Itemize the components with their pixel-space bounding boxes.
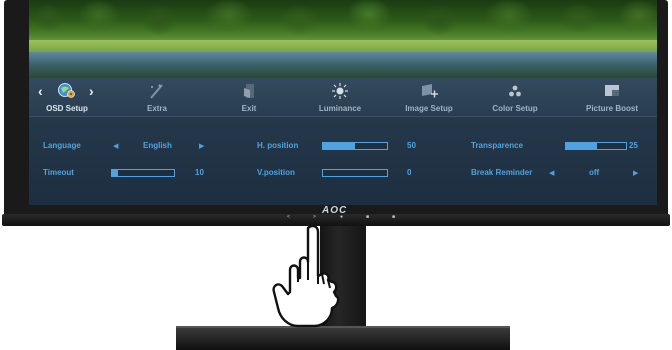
tab-label: Picture Boost: [585, 104, 638, 113]
exit-icon: [244, 84, 254, 98]
h-position-slider-fill: [323, 143, 355, 149]
transparence-label: Transparence: [471, 141, 524, 150]
timeout-slider[interactable]: [111, 169, 175, 177]
timeout-slider-fill: [112, 170, 119, 176]
break-reminder-label: Break Reminder: [471, 168, 533, 177]
tab-label: Exit: [241, 104, 257, 113]
transparence-value: 25: [629, 141, 638, 150]
osd-setup-icon: [58, 83, 75, 98]
tab-osd-setup[interactable]: OSD Setup: [39, 78, 95, 116]
tab-label: Image Setup: [405, 104, 453, 113]
v-position-slider[interactable]: [322, 169, 388, 177]
language-left-arrow[interactable]: ◀: [113, 142, 118, 150]
monitor-stand-base: [176, 326, 510, 350]
h-position-slider[interactable]: [322, 142, 388, 150]
bezel-button-left[interactable]: <: [287, 214, 290, 220]
tab-image-setup[interactable]: Image Setup: [399, 78, 459, 116]
h-position-label: H. position: [257, 141, 299, 150]
wallpaper-trees: [29, 0, 657, 44]
language-value[interactable]: English: [143, 141, 172, 150]
picture-boost-icon: [605, 85, 619, 96]
v-position-label: V.position: [257, 168, 295, 177]
color-setup-icon: [509, 85, 521, 97]
tab-color-setup[interactable]: Color Setup: [487, 78, 543, 116]
tab-label: Extra: [146, 104, 167, 113]
tab-extra[interactable]: Extra: [137, 78, 177, 116]
wallpaper-water: [29, 52, 657, 78]
tab-exit[interactable]: Exit: [229, 78, 269, 116]
wallpaper-landscape: [29, 0, 657, 78]
language-label: Language: [43, 141, 81, 150]
break-reminder-left-arrow[interactable]: ◀: [549, 169, 554, 177]
bezel-button-menu[interactable]: ●: [340, 214, 343, 220]
break-reminder-value[interactable]: off: [589, 168, 599, 177]
monitor-screen: ‹ › OSD Setup Extra Exit Luminance Image…: [29, 0, 657, 205]
tab-picture-boost[interactable]: Picture Boost: [577, 78, 647, 116]
timeout-label: Timeout: [43, 168, 74, 177]
bezel-button-right[interactable]: >: [313, 214, 316, 220]
pointing-hand-icon: [272, 224, 340, 328]
break-reminder-right-arrow[interactable]: ▶: [633, 169, 638, 177]
bezel-button-power[interactable]: ■: [392, 214, 395, 220]
tab-luminance[interactable]: Luminance: [312, 78, 368, 116]
language-right-arrow[interactable]: ▶: [199, 142, 204, 150]
tab-label: OSD Setup: [46, 104, 88, 113]
extra-icon: [150, 84, 163, 99]
timeout-value: 10: [195, 168, 204, 177]
image-setup-icon: [422, 84, 438, 98]
bezel-button-auto[interactable]: ■: [366, 214, 369, 220]
osd-tab-bar: ‹ › OSD Setup Extra Exit Luminance Image…: [29, 78, 657, 117]
wallpaper-meadow: [29, 40, 657, 52]
tab-label: Color Setup: [492, 104, 538, 113]
tab-label: Luminance: [318, 104, 362, 113]
transparence-slider[interactable]: [565, 142, 627, 150]
luminance-icon: [332, 83, 348, 99]
osd-menu: ‹ › OSD Setup Extra Exit Luminance Image…: [29, 78, 657, 205]
v-position-value: 0: [407, 168, 412, 177]
transparence-slider-fill: [566, 143, 598, 149]
h-position-value: 50: [407, 141, 416, 150]
